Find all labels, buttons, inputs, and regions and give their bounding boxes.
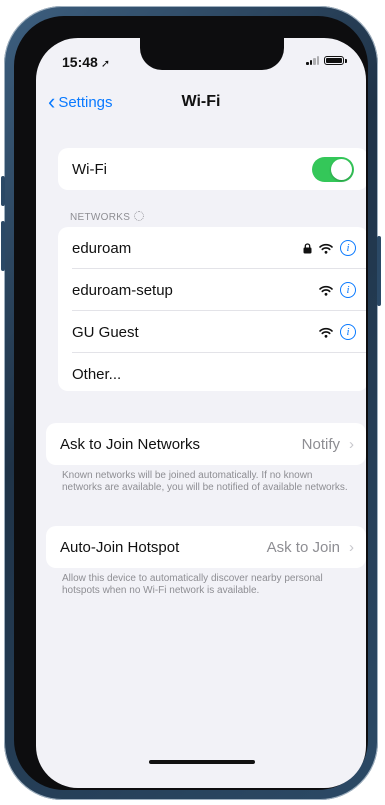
navigation-bar: ‹ Settings Wi-Fi xyxy=(36,91,366,123)
status-indicators xyxy=(306,56,347,65)
home-indicator[interactable] xyxy=(149,760,255,764)
loading-spinner-icon xyxy=(134,211,145,221)
wifi-toggle[interactable] xyxy=(312,156,354,182)
phone-bezel: 15:48 ➚ ‹ Settings Wi-Fi Wi-Fi NETWORKS … xyxy=(14,16,368,790)
network-row[interactable]: GU Guest i xyxy=(58,311,366,353)
power-button xyxy=(377,236,381,306)
side-button xyxy=(1,176,5,206)
wifi-signal-icon xyxy=(319,243,333,254)
network-row[interactable]: eduroam-setup i xyxy=(58,269,366,311)
wifi-row: Wi-Fi xyxy=(58,148,366,190)
networks-card: eduroam i eduroam-setup i GU Guest i Oth… xyxy=(58,227,366,391)
page-title: Wi-Fi xyxy=(181,93,221,110)
networks-header-text: NETWORKS xyxy=(70,212,131,223)
ask-to-join-row[interactable]: Ask to Join Networks Notify › xyxy=(46,423,366,465)
network-icons: i xyxy=(303,240,356,256)
status-time: 15:48 ➚ xyxy=(62,54,110,70)
chevron-right-icon: › xyxy=(349,538,354,556)
toggle-knob xyxy=(331,158,352,180)
cellular-signal-icon xyxy=(306,56,319,65)
other-network-row[interactable]: Other... xyxy=(58,353,366,395)
auto-join-value: Ask to Join xyxy=(266,538,340,556)
network-icons: i xyxy=(319,282,356,298)
other-label: Other... xyxy=(72,365,122,383)
networks-header: NETWORKS xyxy=(70,211,145,223)
ask-to-join-value: Notify xyxy=(301,435,340,453)
chevron-right-icon: › xyxy=(349,435,354,453)
screen: 15:48 ➚ ‹ Settings Wi-Fi Wi-Fi NETWORKS … xyxy=(36,38,366,788)
phone-frame: 15:48 ➚ ‹ Settings Wi-Fi Wi-Fi NETWORKS … xyxy=(1,6,381,800)
auto-join-row[interactable]: Auto-Join Hotspot Ask to Join › xyxy=(46,526,366,568)
status-time-text: 15:48 xyxy=(62,54,98,70)
wifi-toggle-card: Wi-Fi xyxy=(58,148,366,190)
volume-button xyxy=(1,221,5,271)
info-icon[interactable]: i xyxy=(340,240,356,256)
network-icons: i xyxy=(319,324,356,340)
network-row[interactable]: eduroam i xyxy=(58,227,366,269)
location-arrow-icon: ➚ xyxy=(100,58,111,70)
battery-icon xyxy=(324,56,347,65)
lock-icon xyxy=(303,242,312,253)
auto-join-footnote: Allow this device to automatically disco… xyxy=(62,573,323,596)
ask-to-join-card[interactable]: Ask to Join Networks Notify › xyxy=(46,423,366,465)
info-icon[interactable]: i xyxy=(340,282,356,298)
ask-to-join-footnote: Known networks will be joined automatica… xyxy=(62,470,348,493)
auto-join-card[interactable]: Auto-Join Hotspot Ask to Join › xyxy=(46,526,366,568)
info-icon[interactable]: i xyxy=(340,324,356,340)
wifi-signal-icon xyxy=(319,327,333,338)
wifi-signal-icon xyxy=(319,285,333,296)
notch xyxy=(140,38,284,70)
